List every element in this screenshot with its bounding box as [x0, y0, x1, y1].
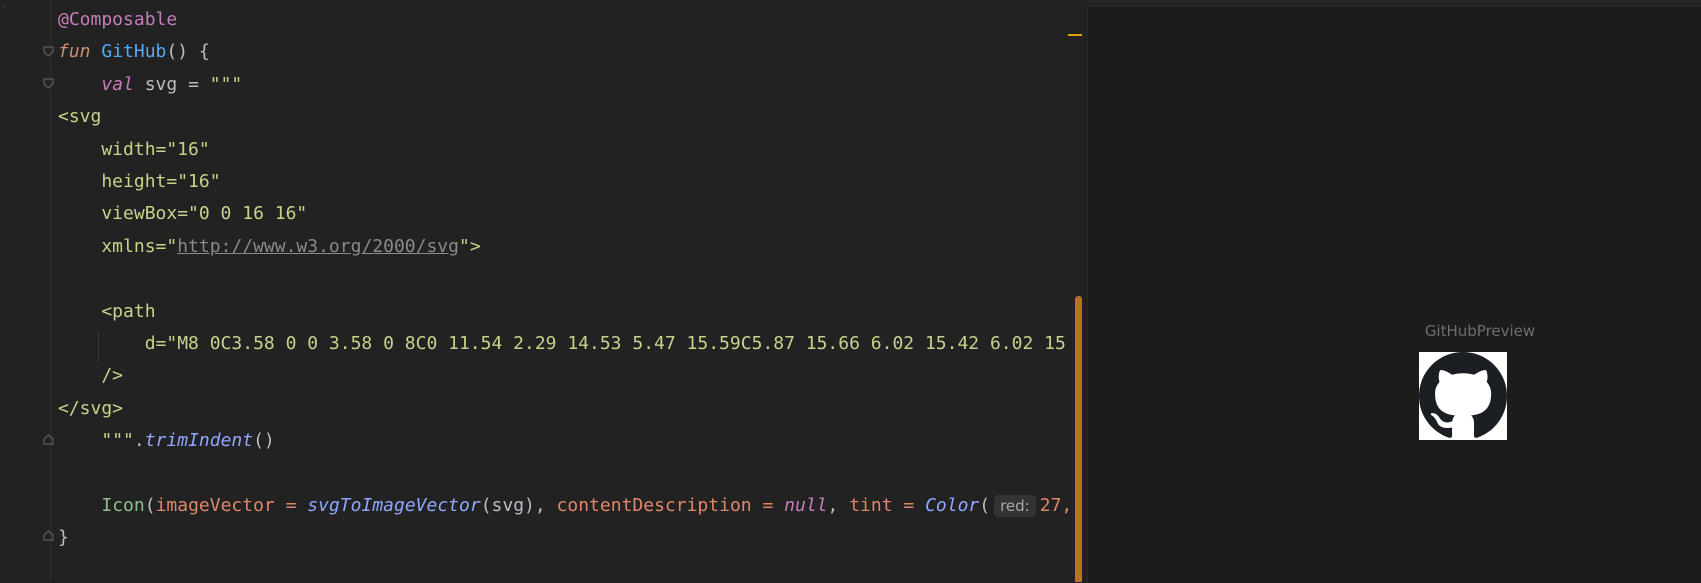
- code-token: 27,: [1039, 495, 1073, 516]
- code-token: =: [892, 495, 926, 516]
- code-line[interactable]: """.trimIndent(): [58, 425, 275, 457]
- code-token: .: [133, 430, 145, 452]
- code-token: xmlns=": [58, 235, 178, 257]
- code-token: http://www.w3.org/2000/svg: [177, 235, 459, 257]
- fold-close-icon[interactable]: [43, 530, 54, 541]
- code-line[interactable]: val svg = """: [58, 69, 242, 101]
- code-line[interactable]: <path: [58, 296, 156, 328]
- code-token: tint: [849, 495, 893, 516]
- code-token: ">: [458, 235, 481, 257]
- preview-render[interactable]: [1419, 352, 1507, 440]
- line-number-marker: ·: [0, 0, 8, 14]
- code-token: (): [253, 430, 275, 452]
- code-line[interactable]: <svg: [58, 101, 101, 133]
- code-token: <path: [58, 300, 156, 322]
- code-token: (svg),: [480, 495, 557, 516]
- code-line[interactable]: Icon(imageVector = svgToImageVector(svg)…: [58, 490, 1072, 522]
- code-token: svgToImageVector: [307, 495, 481, 516]
- code-token: () {: [166, 41, 210, 63]
- code-token: (: [979, 495, 991, 516]
- code-token: val: [101, 73, 145, 95]
- code-line[interactable]: width="16": [58, 134, 210, 166]
- code-token: """: [209, 73, 243, 95]
- code-line[interactable]: viewBox="0 0 16 16": [58, 198, 307, 230]
- code-token: </svg>: [58, 397, 124, 419]
- fold-close-icon[interactable]: [43, 434, 54, 445]
- github-octocat-icon: [1419, 352, 1507, 438]
- scrollbar-thumb[interactable]: [1075, 296, 1082, 582]
- code-token: (: [144, 495, 156, 516]
- code-token: height="16": [58, 171, 221, 192]
- code-line[interactable]: fun GitHub() {: [58, 36, 210, 68]
- fold-open-icon[interactable]: [43, 46, 54, 57]
- code-token: trimIndent: [144, 430, 254, 452]
- code-token: width="16": [58, 138, 210, 160]
- code-line[interactable]: d="M8 0C3.58 0 0 3.58 0 8C0 11.54 2.29 1…: [58, 328, 1066, 360]
- code-token: svg =: [144, 73, 210, 95]
- code-token: Color: [925, 495, 980, 516]
- code-token: """: [101, 430, 134, 452]
- code-token: <svg: [58, 106, 102, 128]
- code-line[interactable]: xmlns="http://www.w3.org/2000/svg">: [58, 231, 481, 263]
- compose-preview-panel[interactable]: [1087, 6, 1701, 583]
- code-token: GitHub: [101, 41, 167, 63]
- code-editor[interactable]: · @Composable fun GitHub() { val svg = ""…: [0, 0, 1085, 582]
- code-token: =: [274, 495, 308, 516]
- code-token: null: [784, 495, 828, 516]
- code-token: />: [58, 365, 124, 387]
- code-line[interactable]: height="16": [58, 166, 221, 198]
- code-token: viewBox="0 0 16 16": [58, 203, 308, 225]
- fold-open-icon[interactable]: [43, 78, 54, 89]
- preview-label: GitHubPreview: [1424, 322, 1536, 340]
- code-token: ,: [827, 495, 850, 516]
- code-token: =: [751, 495, 785, 516]
- code-token: imageVector: [155, 495, 275, 516]
- code-token: @Composable: [58, 9, 178, 30]
- code-line[interactable]: </svg>: [58, 393, 123, 425]
- code-line[interactable]: @Composable: [58, 4, 177, 36]
- code-line[interactable]: }: [58, 522, 69, 554]
- code-token: }: [58, 527, 69, 549]
- scroll-marker: [1068, 34, 1082, 36]
- code-token: fun: [58, 41, 102, 63]
- code-token: contentDescription: [556, 495, 752, 516]
- inlay-hint: red:: [994, 495, 1036, 517]
- code-token: Icon: [101, 495, 145, 516]
- code-token: d="M8 0C3.58 0 0 3.58 0 8C0 11.54 2.29 1…: [58, 333, 1066, 354]
- code-line[interactable]: />: [58, 360, 123, 392]
